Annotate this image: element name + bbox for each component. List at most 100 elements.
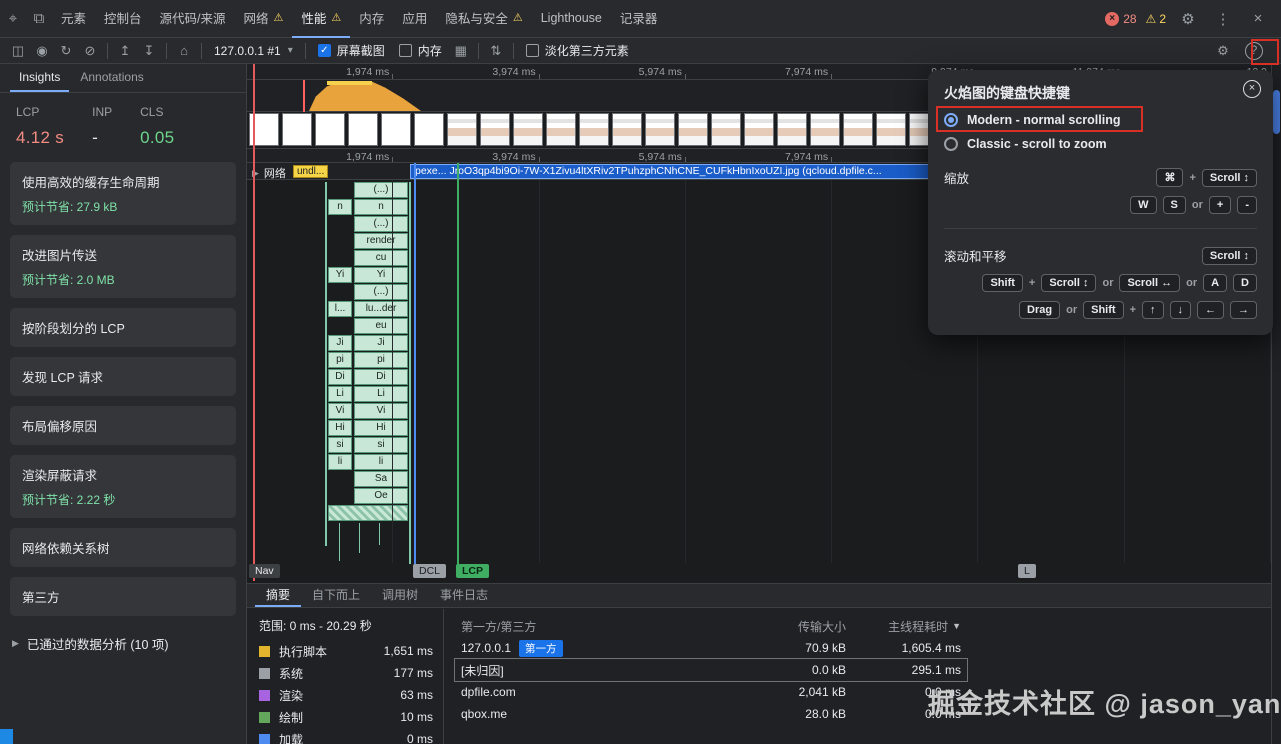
flame-frame[interactable]: Vi [354,403,408,419]
scrollbar-thumb[interactable] [1273,90,1280,134]
insight-card[interactable]: 发现 LCP 请求 [10,357,236,396]
reload-and-record-button[interactable]: ↻ [54,43,78,59]
close-devtools-icon[interactable]: × [1245,10,1271,27]
sidebar-tab-annotations[interactable]: Annotations [71,64,152,92]
filmstrip-thumbnail[interactable] [315,113,345,146]
record-button[interactable]: ◉ [30,43,54,59]
tab-元素[interactable]: 元素 [52,0,95,38]
fade-third-party-checkbox[interactable]: 淡化第三方元素 [519,42,636,59]
settings-icon[interactable]: ⚙ [1175,10,1201,28]
filmstrip-thumbnail[interactable] [876,113,906,146]
flame-frame[interactable]: render [354,233,408,249]
flame-frame[interactable]: (...) [354,216,408,232]
tab-控制台[interactable]: 控制台 [95,0,151,38]
passed-insights-toggle[interactable]: ▶ 已通过的数据分析 (10 项) [0,626,246,661]
flame-frame[interactable]: (...) [354,182,408,198]
more-menu-icon[interactable]: ⋮ [1210,10,1236,28]
flame-frame[interactable]: Hi [328,420,352,436]
table-row[interactable]: qbox.me 28.0 kB 0.0 ms [455,703,967,725]
collect-garbage-icon[interactable]: ▦ [449,43,473,59]
flame-frame[interactable]: lu...der [354,301,408,317]
flame-frame[interactable]: si [328,437,352,453]
entity-column-header[interactable]: 第一方/第三方 [461,618,706,635]
insight-card[interactable]: 布局偏移原因 [10,406,236,445]
flame-frame[interactable]: Di [328,369,352,385]
details-tab-摘要[interactable]: 摘要 [255,584,302,607]
filmstrip-thumbnail[interactable] [744,113,774,146]
selected-network-request[interactable]: pexe... JroO3qp4bi9Oi-7W-X1Zivu4ltXRiv2T… [410,164,932,179]
tab-网络[interactable]: 网络 ⚠ [235,0,293,38]
flame-collapsed-frames[interactable] [328,505,408,521]
flame-frame[interactable]: Vi [328,403,352,419]
tab-应用[interactable]: 应用 [393,0,436,38]
size-column-header[interactable]: 传输大小 [706,618,846,635]
insight-card[interactable]: 改进图片传送 预计节省: 2.0 MB [10,235,236,298]
tab-内存[interactable]: 内存 [350,0,393,38]
filmstrip-thumbnail[interactable] [381,113,411,146]
flame-frame[interactable]: Ji [354,335,408,351]
tab-隐私与安全[interactable]: 隐私与安全 ⚠ [436,0,531,38]
flame-frame[interactable]: n [328,199,352,215]
insight-card[interactable]: 网络依赖关系树 [10,528,236,567]
table-row[interactable]: 127.0.0.1 第一方 70.9 kB 1,605.4 ms [455,637,967,659]
history-dropdown[interactable]: 127.0.0.1 #1 ▾ [207,42,300,60]
details-tab-调用树[interactable]: 调用树 [371,584,429,607]
clear-recording-button[interactable]: ⊘ [78,43,102,59]
flame-frame[interactable]: li [354,454,408,470]
flame-frame[interactable]: Di [354,369,408,385]
flame-frame[interactable]: pi [328,352,352,368]
tab-Lighthouse[interactable]: Lighthouse [532,0,611,38]
lcp-marker-badge[interactable]: LCP [456,564,489,578]
shortcuts-help-icon[interactable]: ? [1245,41,1263,60]
dcl-marker-badge[interactable]: DCL [413,564,447,578]
filmstrip-thumbnail[interactable] [447,113,477,146]
filmstrip-thumbnail[interactable] [579,113,609,146]
popup-close-icon[interactable]: × [1243,80,1261,98]
flame-frame[interactable]: eu [354,318,408,334]
scroll-mode-option[interactable]: Modern - normal scrolling [944,113,1257,127]
filmstrip-thumbnail[interactable] [513,113,543,146]
flame-frame[interactable]: si [354,437,408,453]
flame-frame[interactable]: Oe [354,488,408,504]
filmstrip-thumbnail[interactable] [612,113,642,146]
inspect-element-icon[interactable]: ⌖ [0,10,26,27]
flame-frame[interactable]: cu [354,250,408,266]
flame-frame[interactable]: pi [354,352,408,368]
flame-frame[interactable]: Yi [354,267,408,283]
table-row[interactable]: dpfile.com 2,041 kB 0.0 ms [455,681,967,703]
table-row[interactable]: [未归因] 0.0 kB 295.1 ms [454,658,968,682]
nav-marker-badge[interactable]: Nav [249,564,280,578]
flame-frame[interactable]: l... [328,301,352,317]
filmstrip-thumbnail[interactable] [645,113,675,146]
flame-frame[interactable]: Hi [354,420,408,436]
throttling-icon[interactable]: ⇅ [484,43,508,59]
filmstrip-thumbnail[interactable] [678,113,708,146]
memory-checkbox[interactable]: 内存 [392,42,449,59]
dock-panel-icon[interactable]: ◫ [6,43,30,59]
filmstrip-thumbnail[interactable] [711,113,741,146]
warning-count-badge[interactable]: ⚠ 2 [1146,12,1166,26]
save-profile-icon[interactable]: ↧ [137,43,161,59]
time-column-header[interactable]: 主线程耗时 ▼ [846,618,961,635]
details-tab-自下而上[interactable]: 自下而上 [301,584,371,607]
filmstrip-thumbnail[interactable] [777,113,807,146]
tab-记录器[interactable]: 记录器 [611,0,667,38]
flame-frame[interactable]: Ji [328,335,352,351]
flame-frame[interactable]: li [328,454,352,470]
network-request-chip[interactable]: undl... [293,165,329,178]
tab-性能[interactable]: 性能 ⚠ [292,0,351,38]
capture-settings-icon[interactable]: ⚙ [1211,43,1235,59]
error-count-badge[interactable]: × 28 [1105,11,1137,26]
load-profile-icon[interactable]: ↥ [113,43,137,59]
flame-frame[interactable]: Li [328,386,352,402]
home-icon[interactable]: ⌂ [172,43,196,58]
insight-card[interactable]: 第三方 [10,577,236,616]
network-track-header[interactable]: ▶ 网络 [252,165,286,181]
filmstrip-thumbnail[interactable] [480,113,510,146]
filmstrip-thumbnail[interactable] [843,113,873,146]
filmstrip-thumbnail[interactable] [348,113,378,146]
flame-frame[interactable]: n [354,199,408,215]
scroll-mode-option[interactable]: Classic - scroll to zoom [944,137,1257,151]
tab-源代码/来源[interactable]: 源代码/来源 [151,0,235,38]
flame-frame[interactable]: Sa [354,471,408,487]
